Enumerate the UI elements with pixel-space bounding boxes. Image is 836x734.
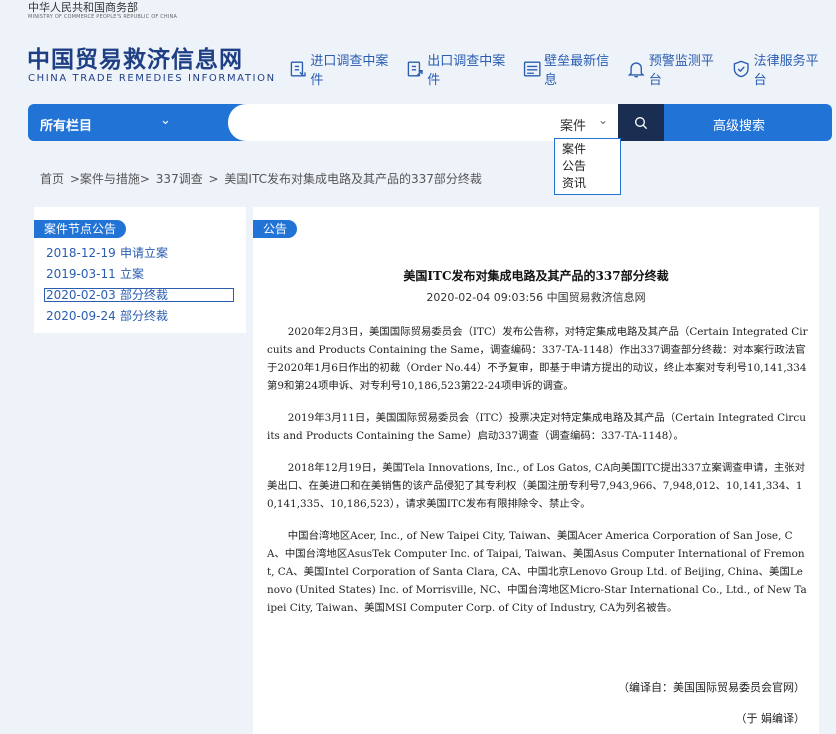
- category-select[interactable]: 案件: [560, 115, 586, 134]
- node-date: 2018-12-19: [46, 246, 116, 260]
- chevron-down-icon[interactable]: ⌄: [598, 113, 608, 127]
- category-option[interactable]: 资讯: [562, 175, 613, 192]
- nav-label: 法律服务平台: [753, 54, 819, 88]
- list-item-selected[interactable]: 2020-02-03 部分终裁: [44, 288, 234, 302]
- article-editor: （于 娟编译）: [735, 712, 806, 725]
- breadcrumb-current: 美国ITC发布对集成电路及其产品的337部分终裁: [224, 172, 482, 186]
- case-node-panel: 案件节点公告 2018-12-19 申请立案 2019-03-11 立案 202…: [34, 207, 246, 333]
- node-label: 申请立案: [120, 246, 169, 260]
- category-option[interactable]: 案件: [562, 141, 613, 158]
- search-icon: [635, 116, 648, 129]
- category-option[interactable]: 公告: [562, 158, 613, 175]
- export-investigation-icon: [407, 61, 423, 77]
- article-panel: 公告 美国ITC发布对集成电路及其产品的337部分终裁 2020-02-04 0…: [253, 207, 819, 734]
- article-source: （编译自：美国国际贸易委员会官网）: [618, 681, 805, 694]
- ministry-name-en: MINISTRY OF COMMERCE PEOPLE'S REPUBLIC O…: [28, 14, 178, 20]
- bell-icon: [628, 62, 646, 78]
- article-title: 美国ITC发布对集成电路及其产品的337部分终裁: [403, 269, 669, 283]
- nav-label: 出口调查中案件: [427, 54, 506, 88]
- breadcrumb-cases[interactable]: >案件与措施>: [70, 172, 150, 186]
- ministry-name-cn: 中华人民共和国商务部: [28, 1, 138, 14]
- search-bar: 所有栏目 ⌄ 案件 ⌄ 高级搜索: [28, 104, 832, 141]
- advanced-search-button[interactable]: 高级搜索: [713, 115, 765, 134]
- nav-label: 壁垒最新信息: [544, 54, 610, 88]
- site-brand-cn[interactable]: 中国贸易救济信息网: [27, 40, 243, 74]
- nav-label: 进口调查中案件: [310, 54, 389, 88]
- node-date: 2020-09-24: [46, 309, 116, 323]
- article-meta: 2020-02-04 09:03:56 中国贸易救济信息网: [426, 291, 646, 304]
- list-item[interactable]: 2019-03-11 立案: [46, 264, 234, 285]
- category-dropdown: 案件 公告 资讯: [554, 138, 621, 195]
- node-date: 2019-03-11: [46, 267, 116, 281]
- barrier-info-icon: [523, 61, 541, 77]
- breadcrumb-home[interactable]: 首页: [40, 172, 64, 186]
- breadcrumb: 首页 >案件与措施> 337调查 > 美国ITC发布对集成电路及其产品的337部…: [40, 170, 484, 187]
- nav-import-investigation[interactable]: 进口调查中案件: [288, 50, 395, 88]
- breadcrumb-separator: >: [208, 172, 219, 186]
- article-body: 2020年2月3日，美国国际贸易委员会（ITC）发布公告称，对特定集成电路及其产…: [267, 323, 809, 631]
- node-date: 2020-02-03: [46, 288, 116, 302]
- ministry-logo[interactable]: 中华人民共和国商务部 MINISTRY OF COMMERCE PEOPLE'S…: [28, 2, 177, 21]
- article-paragraph: 2020年2月3日，美国国际贸易委员会（ITC）发布公告称，对特定集成电路及其产…: [267, 326, 808, 392]
- breadcrumb-337[interactable]: 337调查: [156, 172, 203, 186]
- list-item[interactable]: 2018-12-19 申请立案: [46, 243, 234, 264]
- node-label: 部分终裁: [120, 288, 169, 302]
- article-paragraph: 2019年3月11日，美国国际贸易委员会（ITC）投票决定对特定集成电路及其产品…: [267, 412, 806, 442]
- all-columns-select[interactable]: 所有栏目: [40, 115, 92, 134]
- panel-title: 案件节点公告: [34, 220, 127, 238]
- import-investigation-icon: [290, 61, 306, 77]
- node-label: 立案: [120, 267, 145, 281]
- article-tag: 公告: [253, 220, 298, 238]
- nav-warning-platform[interactable]: 预警监测平台: [626, 50, 721, 88]
- top-nav: 进口调查中案件 出口调查中案件 壁垒最新信息 预警监测平台 法律服务平台: [288, 50, 836, 88]
- list-item[interactable]: 2020-09-24 部分终裁: [46, 306, 234, 327]
- article-paragraph: 2018年12月19日，美国Tela Innovations, Inc., of…: [267, 462, 806, 510]
- case-node-list: 2018-12-19 申请立案 2019-03-11 立案 2020-02-03…: [44, 243, 234, 327]
- node-label: 部分终裁: [120, 309, 169, 323]
- nav-legal-platform[interactable]: 法律服务平台: [731, 50, 826, 88]
- article-paragraph: 中国台湾地区Acer, Inc., of New Taipei City, Ta…: [267, 530, 807, 614]
- site-brand-en: CHINA TRADE REMEDIES INFORMATION: [28, 73, 276, 84]
- chevron-down-icon[interactable]: ⌄: [160, 113, 171, 128]
- shield-icon: [733, 60, 749, 78]
- nav-label: 预警监测平台: [648, 54, 714, 88]
- search-button[interactable]: [618, 104, 664, 141]
- nav-export-investigation[interactable]: 出口调查中案件: [405, 50, 512, 88]
- nav-barrier-info[interactable]: 壁垒最新信息: [522, 50, 617, 88]
